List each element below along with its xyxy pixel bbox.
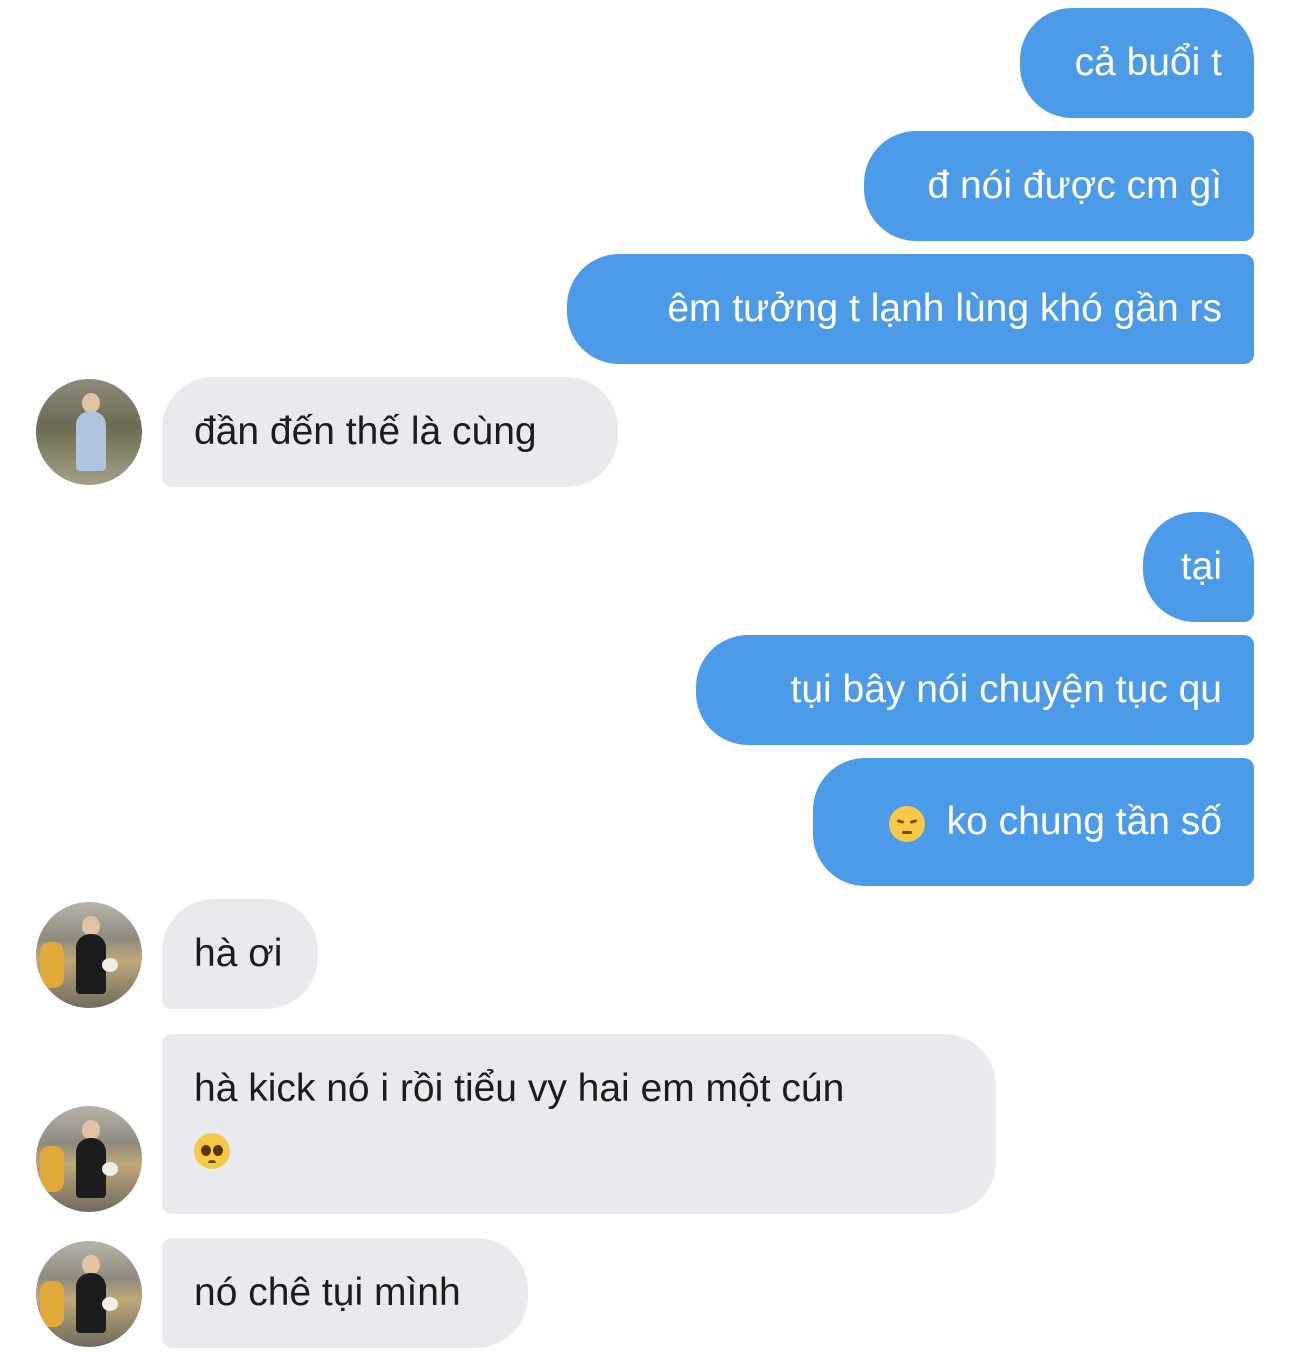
pleading-face-icon: [194, 1132, 230, 1169]
message-text: cả buổi t: [1074, 41, 1222, 84]
incoming-message[interactable]: hà kick nó i rồi tiểu vy hai em một cún: [162, 1034, 996, 1214]
outgoing-message[interactable]: tụi bây nói chuyện tục qu: [696, 635, 1254, 745]
pensive-face-icon: [888, 805, 925, 842]
incoming-message[interactable]: đần đến thế là cùng: [162, 377, 618, 487]
incoming-message[interactable]: nó chê tụi mình: [162, 1238, 528, 1348]
outgoing-message[interactable]: ko chung tần số: [813, 758, 1254, 886]
message-text: tụi bây nói chuyện tục qu: [790, 668, 1222, 711]
message-text: êm tưởng t lạnh lùng khó gần rs: [667, 287, 1222, 330]
message-text: tại: [1180, 545, 1222, 588]
outgoing-message[interactable]: cả buổi t: [1020, 8, 1254, 118]
contact-avatar[interactable]: [36, 379, 142, 485]
message-text: hà kick nó i rồi tiểu vy hai em một cún: [194, 1067, 845, 1110]
contact-avatar[interactable]: [36, 902, 142, 1008]
incoming-message[interactable]: hà ơi: [162, 899, 318, 1009]
outgoing-message[interactable]: êm tưởng t lạnh lùng khó gần rs: [567, 254, 1254, 364]
message-text: hà ơi: [194, 932, 283, 975]
message-text: nó chê tụi mình: [194, 1271, 461, 1314]
message-text: đần đến thế là cùng: [194, 410, 537, 453]
contact-avatar[interactable]: [36, 1241, 142, 1347]
message-text: đ nói được cm gì: [927, 164, 1222, 207]
outgoing-message[interactable]: đ nói được cm gì: [864, 131, 1254, 241]
contact-avatar[interactable]: [36, 1106, 142, 1212]
outgoing-message[interactable]: tại: [1143, 512, 1254, 622]
message-text: ko chung tần số: [946, 800, 1222, 843]
